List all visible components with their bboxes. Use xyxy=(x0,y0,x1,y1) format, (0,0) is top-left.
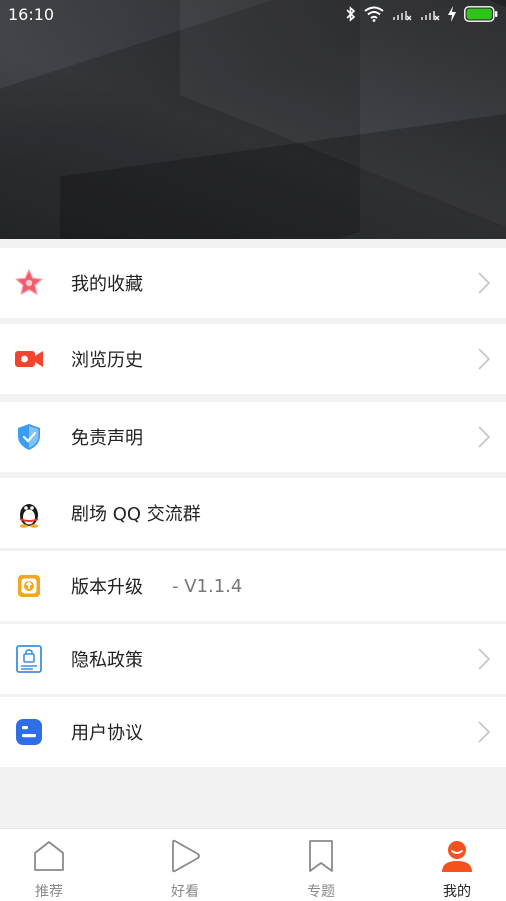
agreement-icon xyxy=(14,717,44,747)
profile-icon xyxy=(440,839,474,873)
nav-item-label: 好看 xyxy=(171,884,199,900)
status-time: 16:10 xyxy=(8,5,55,24)
menu-item-agreement[interactable]: 用户协议 xyxy=(0,697,506,767)
shield-check-icon xyxy=(14,422,44,452)
chevron-right-icon xyxy=(478,721,491,747)
menu-item-label: 隐私政策 xyxy=(71,650,143,671)
menu-item-version[interactable]: 版本升级 - V1.1.4 xyxy=(0,551,506,621)
bookmark-icon xyxy=(304,839,338,873)
chevron-right-icon xyxy=(478,348,491,374)
menu-item-label: 用户协议 xyxy=(71,723,143,744)
menu-item-qq-group[interactable]: 剧场 QQ 交流群 xyxy=(0,478,506,548)
chevron-right-icon xyxy=(478,648,491,674)
menu-item-disclaimer[interactable]: 免责声明 xyxy=(0,402,506,472)
menu-item-label: 版本升级 xyxy=(71,577,143,598)
nav-item-mine[interactable]: 我的 xyxy=(402,829,506,901)
home-icon xyxy=(32,839,66,873)
menu-item-label: 浏览历史 xyxy=(71,350,143,371)
menu-item-history[interactable]: 浏览历史 xyxy=(0,324,506,394)
play-icon xyxy=(168,839,202,873)
nav-item-label: 推荐 xyxy=(35,884,63,900)
privacy-lock-icon xyxy=(14,644,44,674)
video-camera-icon xyxy=(14,344,44,374)
version-value: - V1.1.4 xyxy=(172,575,243,597)
menu-item-label: 免责声明 xyxy=(71,428,143,449)
nav-item-recommend[interactable]: 推荐 xyxy=(0,829,104,901)
chevron-right-icon xyxy=(478,426,491,452)
wifi-icon xyxy=(364,6,384,22)
menu-item-label: 我的收藏 xyxy=(71,274,143,295)
upgrade-icon xyxy=(14,571,44,601)
signal-1-icon xyxy=(392,7,412,21)
menu-item-privacy[interactable]: 隐私政策 xyxy=(0,624,506,694)
chevron-right-icon xyxy=(478,272,491,298)
profile-header-banner xyxy=(0,0,506,239)
status-bar: 16:10 xyxy=(0,0,506,30)
nav-item-topics[interactable]: 专题 xyxy=(266,829,376,901)
signal-2-icon xyxy=(420,7,440,21)
star-icon xyxy=(14,268,44,298)
bottom-navigation: 推荐 好看 专题 我的 xyxy=(0,828,506,901)
qq-penguin-icon xyxy=(14,498,44,528)
menu-item-label: 剧场 QQ 交流群 xyxy=(71,504,201,525)
menu-item-favorites[interactable]: 我的收藏 xyxy=(0,248,506,318)
nav-item-watch[interactable]: 好看 xyxy=(130,829,240,901)
bluetooth-icon xyxy=(346,6,356,22)
charging-icon xyxy=(448,6,456,22)
battery-icon xyxy=(464,6,498,22)
nav-item-label: 专题 xyxy=(307,884,335,900)
nav-item-label: 我的 xyxy=(443,884,471,900)
